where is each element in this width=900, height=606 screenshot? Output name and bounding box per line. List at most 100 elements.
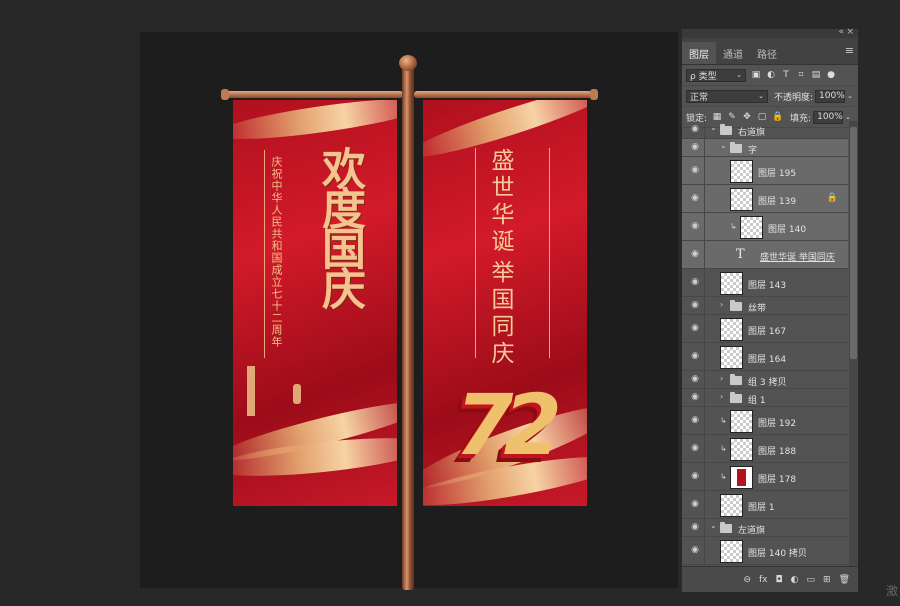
layer-group-row[interactable]: ◉ › 组 1 bbox=[682, 389, 848, 407]
new-layer-icon[interactable]: ⊞ bbox=[823, 575, 831, 585]
new-group-icon[interactable]: ▭ bbox=[807, 575, 816, 585]
layer-name: 图层 143 bbox=[748, 281, 787, 291]
blend-row: 正常 ⌄ 不透明度: 100% ⌄ bbox=[682, 86, 858, 107]
scrollbar-thumb[interactable] bbox=[850, 127, 857, 359]
folder-icon bbox=[730, 142, 742, 153]
layer-thumbnail bbox=[730, 466, 753, 489]
layer-row[interactable]: ◉ 图层 167 bbox=[682, 315, 848, 343]
layer-row[interactable]: ◉ ↳ 图层 140 bbox=[682, 213, 848, 241]
layer-row[interactable]: ◉ T 盛世华诞 举国同庆 bbox=[682, 241, 848, 269]
type-filter-icon[interactable]: T bbox=[781, 70, 791, 80]
fx-icon[interactable]: fx bbox=[759, 575, 768, 585]
layer-row[interactable]: ◉ 图层 195 bbox=[682, 157, 848, 185]
chevron-down-icon[interactable]: ⌄ bbox=[720, 141, 727, 150]
folder-icon bbox=[720, 124, 732, 135]
decor-line bbox=[549, 148, 550, 358]
layers-list: ◉ ⌄ 右道旗 ◉ ⌄ 字 ◉ 图层 195 ◉ 🔒 图层 139 ◉ ↳ 图层 140 ◉ T 盛世华诞 举国… bbox=[682, 121, 848, 566]
decor-line bbox=[475, 148, 476, 358]
layer-thumbnail bbox=[720, 494, 743, 517]
layer-row[interactable]: ◉ 🔒 图层 139 bbox=[682, 185, 848, 213]
link-icon[interactable]: ⊖ bbox=[743, 575, 751, 585]
opacity-input[interactable]: 100% bbox=[815, 89, 846, 103]
divider bbox=[704, 139, 705, 156]
layer-group-row[interactable]: ◉ › 丝带 bbox=[682, 297, 848, 315]
panel-footer: ⊖ fx ◘ ◐ ▭ ⊞ 🗑 bbox=[682, 566, 858, 592]
tab-layers[interactable]: 图层 bbox=[682, 42, 716, 64]
adjustment-filter-icon[interactable]: ◐ bbox=[766, 70, 776, 80]
clipping-mask-icon: ↳ bbox=[720, 472, 727, 481]
layers-scrollbar[interactable] bbox=[849, 121, 858, 566]
eye-icon[interactable]: ◉ bbox=[689, 415, 701, 425]
shape-filter-icon[interactable]: ⌗ bbox=[796, 70, 806, 80]
layer-group-row[interactable]: ◉ ⌄ 左道旗 bbox=[682, 519, 848, 537]
chevron-right-icon[interactable]: › bbox=[720, 300, 723, 309]
trash-icon[interactable]: 🗑 bbox=[839, 575, 850, 585]
layer-row[interactable]: ◉ 图层 143 bbox=[682, 269, 848, 297]
close-icon[interactable]: × bbox=[846, 27, 854, 37]
eye-icon[interactable]: ◉ bbox=[689, 323, 701, 333]
clipping-mask-icon: ↳ bbox=[730, 222, 737, 231]
layer-row[interactable]: ◉ ↳ 图层 192 bbox=[682, 407, 848, 435]
blend-mode-value: 正常 bbox=[690, 92, 709, 103]
layer-thumbnail bbox=[730, 188, 753, 211]
eye-icon[interactable]: ◉ bbox=[689, 249, 701, 259]
chevron-down-icon[interactable]: ⌄ bbox=[847, 92, 853, 100]
eye-icon[interactable]: ◉ bbox=[689, 124, 701, 134]
chevron-down-icon[interactable]: ⌄ bbox=[710, 123, 717, 132]
filter-toggle-icon[interactable]: ● bbox=[826, 70, 836, 80]
layer-group-row[interactable]: ◉ ⌄ 右道旗 bbox=[682, 121, 848, 139]
layer-name: 右道旗 bbox=[738, 128, 766, 138]
blend-mode-select[interactable]: 正常 ⌄ bbox=[686, 89, 768, 103]
layer-row[interactable]: ◉ 图层 164 bbox=[682, 343, 848, 371]
eye-icon[interactable]: ◉ bbox=[689, 522, 701, 532]
collapse-icon[interactable]: « bbox=[838, 27, 844, 37]
chevron-down-icon[interactable]: ⌄ bbox=[845, 113, 851, 121]
chevron-right-icon[interactable]: › bbox=[720, 392, 723, 401]
tab-paths[interactable]: 路径 bbox=[750, 42, 784, 64]
flag-pole bbox=[402, 62, 414, 590]
divider bbox=[704, 371, 705, 388]
gold-ribbon bbox=[233, 100, 397, 148]
eye-icon[interactable]: ◉ bbox=[689, 443, 701, 453]
pixel-filter-icon[interactable]: ▣ bbox=[751, 70, 761, 80]
eye-icon[interactable]: ◉ bbox=[689, 545, 701, 555]
banner-title: 欢度国庆 bbox=[314, 146, 365, 306]
smart-object-filter-icon[interactable]: ▤ bbox=[811, 70, 821, 80]
eye-icon[interactable]: ◉ bbox=[689, 300, 701, 310]
divider bbox=[704, 491, 705, 518]
adjustment-icon[interactable]: ◐ bbox=[791, 575, 799, 585]
panel-menu-icon[interactable]: ≡ bbox=[845, 44, 854, 57]
tab-channels[interactable]: 通道 bbox=[716, 42, 750, 64]
eye-icon[interactable]: ◉ bbox=[689, 277, 701, 287]
eye-icon[interactable]: ◉ bbox=[689, 221, 701, 231]
layer-row[interactable]: ◉ ↳ 图层 188 bbox=[682, 435, 848, 463]
eye-icon[interactable]: ◉ bbox=[689, 374, 701, 384]
eye-icon[interactable]: ◉ bbox=[689, 471, 701, 481]
opacity-label: 不透明度: bbox=[774, 92, 814, 103]
layer-thumbnail bbox=[730, 438, 753, 461]
eye-icon[interactable]: ◉ bbox=[689, 193, 701, 203]
eye-icon[interactable]: ◉ bbox=[689, 392, 701, 402]
layer-name: 图层 164 bbox=[748, 355, 787, 365]
layer-name: 图层 167 bbox=[748, 327, 787, 337]
chevron-right-icon[interactable]: › bbox=[720, 374, 723, 383]
mask-icon[interactable]: ◘ bbox=[776, 575, 783, 585]
divider bbox=[704, 269, 705, 296]
eye-icon[interactable]: ◉ bbox=[689, 499, 701, 509]
flag-crossbar-left bbox=[225, 91, 403, 98]
layer-name: 图层 140 bbox=[768, 225, 807, 235]
folder-icon bbox=[730, 374, 742, 385]
layer-group-row[interactable]: ◉ › 组 3 拷贝 bbox=[682, 371, 848, 389]
anniversary-number: 72 bbox=[455, 376, 562, 474]
layer-name: 组 3 拷贝 bbox=[748, 378, 787, 388]
filter-kind-select[interactable]: ρ 类型 ⌄ bbox=[686, 68, 746, 82]
layer-row[interactable]: ◉ 图层 140 拷贝 bbox=[682, 537, 848, 565]
layer-group-row[interactable]: ◉ ⌄ 字 bbox=[682, 139, 848, 157]
layer-row[interactable]: ◉ 图层 1 bbox=[682, 491, 848, 519]
eye-icon[interactable]: ◉ bbox=[689, 142, 701, 152]
chevron-down-icon[interactable]: ⌄ bbox=[710, 521, 717, 530]
eye-icon[interactable]: ◉ bbox=[689, 165, 701, 175]
layer-row[interactable]: ◉ ↳ 图层 178 bbox=[682, 463, 848, 491]
panel-tabs: 图层 通道 路径 ≡ bbox=[682, 38, 858, 65]
eye-icon[interactable]: ◉ bbox=[689, 351, 701, 361]
